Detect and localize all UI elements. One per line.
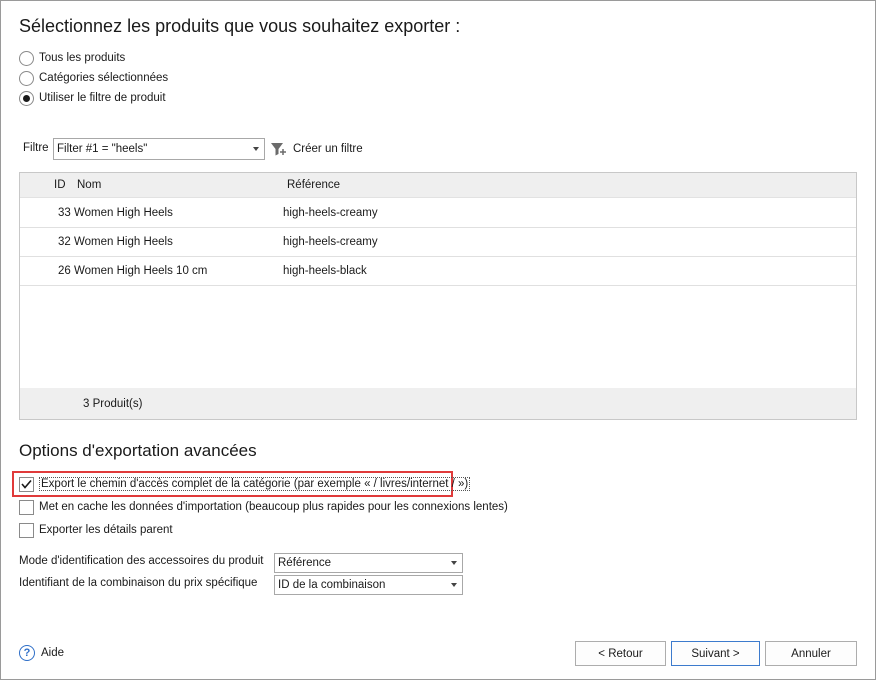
checkbox-label: Export le chemin d'accès complet de la c… <box>39 477 471 491</box>
chevron-down-icon[interactable] <box>446 583 462 587</box>
back-button[interactable]: < Retour <box>575 641 666 666</box>
checkbox-label: Exporter les détails parent <box>39 524 173 536</box>
radio-selected-categories[interactable]: Catégories sélectionnées <box>19 69 168 87</box>
table-row[interactable]: 33 Women High Heels high-heels-creamy <box>20 199 856 228</box>
filter-label: Filtre <box>23 142 49 154</box>
radio-button[interactable] <box>19 70 34 86</box>
radio-product-filter[interactable]: Utiliser le filtre de produit <box>19 89 166 107</box>
checkbox[interactable] <box>19 476 34 492</box>
page-title: Sélectionnez les produits que vous souha… <box>19 16 461 36</box>
combination-id-value: ID de la combinaison <box>278 579 386 591</box>
product-count: 3 Produit(s) <box>83 397 143 410</box>
cell-reference: high-heels-creamy <box>283 236 378 248</box>
create-filter-label: Créer un filtre <box>293 143 363 155</box>
help-icon: ? <box>19 645 35 661</box>
radio-label: Tous les produits <box>39 52 126 64</box>
cell-id: 26 <box>58 265 71 277</box>
column-header-id[interactable]: ID <box>54 173 66 197</box>
create-filter-button[interactable]: Créer un filtre <box>270 140 363 158</box>
advanced-options-title: Options d'exportation avancées <box>19 441 257 460</box>
checkbox-cache-import-data[interactable]: Met en cache les données d'importation (… <box>19 497 508 517</box>
radio-button[interactable] <box>19 50 34 66</box>
cell-name: Women High Heels 10 cm <box>74 265 208 277</box>
combination-id-select[interactable]: ID de la combinaison <box>274 575 463 595</box>
accessory-mode-value: Référence <box>278 557 332 569</box>
radio-button[interactable] <box>19 90 34 106</box>
next-button[interactable]: Suivant > <box>671 641 760 666</box>
chevron-down-icon[interactable] <box>248 147 264 151</box>
table-row[interactable]: 26 Women High Heels 10 cm high-heels-bla… <box>20 257 856 286</box>
cancel-button[interactable]: Annuler <box>765 641 857 666</box>
checkbox-full-category-path[interactable]: Export le chemin d'accès complet de la c… <box>19 474 471 494</box>
table-row[interactable]: 32 Women High Heels high-heels-creamy <box>20 228 856 257</box>
checkbox-export-parent-details[interactable]: Exporter les détails parent <box>19 520 173 540</box>
column-header-reference[interactable]: Référence <box>287 173 340 197</box>
radio-label: Catégories sélectionnées <box>39 72 169 84</box>
checkbox[interactable] <box>19 499 34 515</box>
grid-header: ID Nom Référence <box>20 173 856 198</box>
cell-id: 33 <box>58 207 71 219</box>
accessory-mode-select[interactable]: Référence <box>274 553 463 573</box>
combination-id-label: Identifiant de la combinaison du prix sp… <box>19 577 258 589</box>
filter-select[interactable]: Filter #1 = "heels" <box>53 138 265 160</box>
cell-reference: high-heels-black <box>283 265 367 277</box>
chevron-down-icon[interactable] <box>446 561 462 565</box>
accessory-mode-label: Mode d'identification des accessoires du… <box>19 555 264 567</box>
products-grid[interactable]: ID Nom Référence 33 Women High Heels hig… <box>19 172 857 420</box>
cell-id: 32 <box>58 236 71 248</box>
filter-add-icon <box>270 141 287 157</box>
filter-select-value: Filter #1 = "heels" <box>57 143 148 155</box>
cell-name: Women High Heels <box>74 207 173 219</box>
checkmark-icon <box>21 479 32 489</box>
checkbox-label: Met en cache les données d'importation (… <box>39 501 508 513</box>
help-button[interactable]: ? Aide <box>19 644 64 662</box>
grid-footer: 3 Produit(s) <box>20 388 856 419</box>
radio-label: Utiliser le filtre de produit <box>39 92 166 104</box>
checkbox[interactable] <box>19 522 34 538</box>
column-header-name[interactable]: Nom <box>77 173 101 197</box>
help-label: Aide <box>41 647 65 659</box>
radio-all-products[interactable]: Tous les produits <box>19 49 125 67</box>
cell-reference: high-heels-creamy <box>283 207 378 219</box>
cell-name: Women High Heels <box>74 236 173 248</box>
